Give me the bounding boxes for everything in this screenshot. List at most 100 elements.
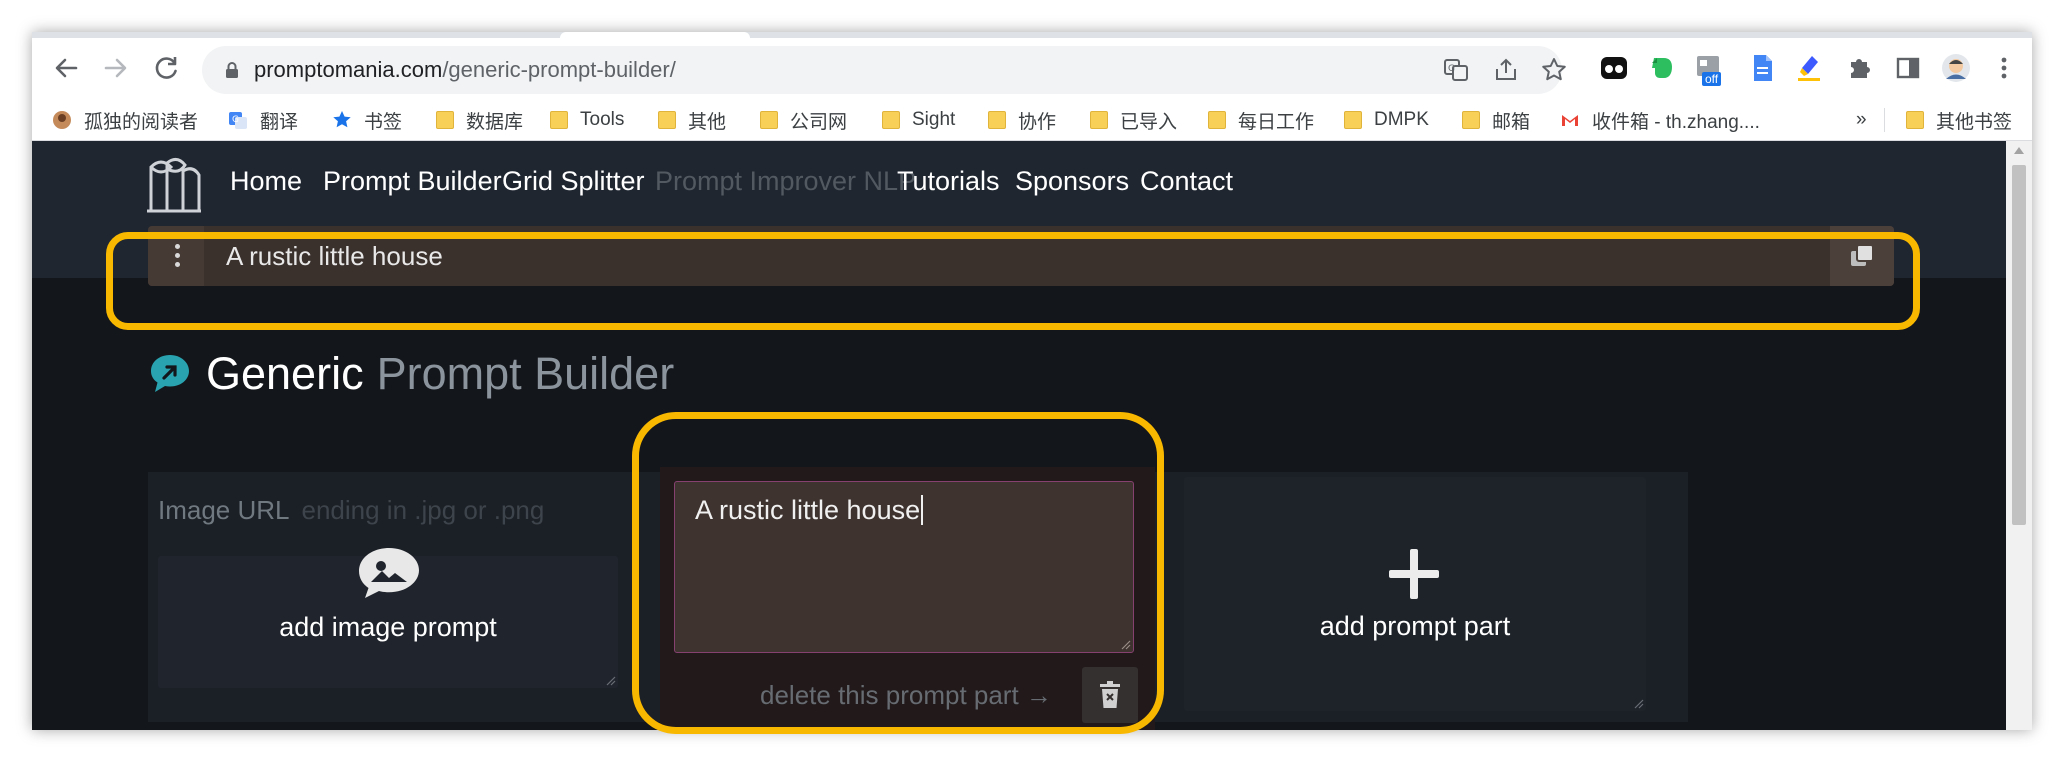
nav-tutorials[interactable]: Tutorials xyxy=(897,163,1000,199)
title-strong: Generic xyxy=(206,348,364,399)
bookmark-label: 邮箱 xyxy=(1492,111,1531,133)
bookmark-label: 数据库 xyxy=(466,111,524,133)
bookmark-item[interactable]: G 翻译 xyxy=(228,106,298,134)
bookmark-folder[interactable]: 已导入 xyxy=(1090,106,1177,134)
folder-icon xyxy=(658,111,676,129)
nav-contact[interactable]: Contact xyxy=(1140,163,1233,199)
nav-prompt-improver-nlp[interactable]: Prompt Improver NLP xyxy=(655,163,916,199)
url-host: promptomania.com xyxy=(254,57,443,82)
promptomania-logo[interactable] xyxy=(145,155,203,213)
extensions-puzzle-icon[interactable] xyxy=(1844,52,1876,84)
scroll-up-arrow-icon[interactable] xyxy=(2014,147,2024,154)
title-light: Prompt Builder xyxy=(376,348,675,399)
highlight-prompt-bar xyxy=(106,232,1920,330)
folder-icon xyxy=(550,111,568,129)
bookmark-label: 翻译 xyxy=(260,111,299,133)
image-chat-icon xyxy=(359,548,419,598)
bookmark-folder[interactable]: 协作 xyxy=(988,106,1056,134)
bookmark-folder[interactable]: Tools xyxy=(550,106,624,134)
bookmarks-overflow-button[interactable]: » xyxy=(1856,106,1867,134)
bookmarks-divider xyxy=(1884,108,1885,132)
bookmark-label: Tools xyxy=(580,109,625,130)
svg-text:G: G xyxy=(1448,64,1455,74)
bookmark-folder[interactable]: 每日工作 xyxy=(1208,106,1314,134)
chat-bubble-arrow-icon xyxy=(151,355,189,392)
highlight-prompt-part xyxy=(632,412,1164,734)
browser-toolbar: promptomania.com/generic-prompt-builder/… xyxy=(32,38,2032,100)
scrollbar-thumb[interactable] xyxy=(2012,165,2026,525)
forward-icon[interactable] xyxy=(100,52,132,84)
profile-avatar[interactable] xyxy=(1940,52,1972,84)
evernote-icon[interactable] xyxy=(1646,52,1678,84)
url-path: /generic-prompt-builder/ xyxy=(442,57,676,82)
bookmark-item[interactable]: 收件箱 - th.zhang.... xyxy=(1560,106,1760,134)
image-url-field[interactable]: Image URL ending in .jpg or .png xyxy=(158,492,544,528)
image-url-placeholder: ending in .jpg or .png xyxy=(301,495,545,525)
bookmark-item[interactable]: 孤独的阅读者 xyxy=(52,106,198,134)
url-text[interactable]: promptomania.com/generic-prompt-builder/ xyxy=(254,56,676,84)
bookmark-label: DMPK xyxy=(1374,109,1429,130)
bookmark-label: 收件箱 - th.zhang.... xyxy=(1592,111,1760,133)
address-bar[interactable]: promptomania.com/generic-prompt-builder/… xyxy=(202,46,1566,94)
resize-handle-icon[interactable] xyxy=(1634,699,1644,709)
add-image-prompt-label: add image prompt xyxy=(279,612,497,642)
bookmark-star-icon[interactable] xyxy=(1540,56,1568,84)
folder-icon xyxy=(760,111,778,129)
document-icon[interactable] xyxy=(1746,52,1778,84)
add-prompt-part-label: add prompt part xyxy=(1319,611,1511,641)
bookmarks-bar: 孤独的阅读者 G 翻译 书签 数据库 Tools 其他 公司网 Sight 协作 … xyxy=(32,100,2032,141)
reload-icon[interactable] xyxy=(150,52,182,84)
image-url-label: Image URL xyxy=(158,495,290,525)
gmail-icon xyxy=(1562,115,1578,126)
folder-icon xyxy=(1208,111,1226,129)
chrome-menu-icon[interactable] xyxy=(1988,52,2020,84)
bookmark-folder[interactable]: 数据库 xyxy=(436,106,523,134)
bookmark-label: 协作 xyxy=(1018,111,1057,133)
share-icon[interactable] xyxy=(1492,56,1520,84)
bookmark-label: 书签 xyxy=(364,111,403,133)
nav-prompt-builder[interactable]: Prompt Builder xyxy=(323,163,502,199)
extension-off-icon[interactable]: off xyxy=(1694,52,1726,86)
nav-grid-splitter[interactable]: Grid Splitter xyxy=(502,163,645,199)
add-prompt-part-button[interactable]: add prompt part xyxy=(1184,477,1646,711)
side-panel-icon[interactable] xyxy=(1892,52,1924,84)
bookmark-label: Sight xyxy=(912,109,956,130)
bookmark-folder[interactable]: 公司网 xyxy=(760,106,847,134)
nav-sponsors[interactable]: Sponsors xyxy=(1015,163,1129,199)
translate-icon[interactable]: G xyxy=(1442,56,1470,84)
bookmark-label: 其他书签 xyxy=(1936,111,2013,133)
resize-handle-icon[interactable] xyxy=(606,676,616,686)
google-translate-icon: G xyxy=(229,112,247,129)
plus-icon xyxy=(1389,549,1439,599)
nav-home[interactable]: Home xyxy=(230,163,302,199)
bookmark-folder[interactable]: Sight xyxy=(882,106,955,134)
folder-icon xyxy=(1906,111,1924,129)
back-icon[interactable] xyxy=(50,52,82,84)
folder-icon xyxy=(1090,111,1108,129)
highlighter-icon[interactable] xyxy=(1794,52,1826,84)
lock-icon[interactable] xyxy=(222,60,242,80)
bookmark-label: 孤独的阅读者 xyxy=(84,111,199,133)
page-scrollbar[interactable] xyxy=(2006,141,2032,730)
folder-icon xyxy=(988,111,1006,129)
bookmark-label: 已导入 xyxy=(1120,111,1178,133)
avatar-icon xyxy=(53,111,71,129)
bookmark-folder[interactable]: DMPK xyxy=(1344,106,1429,134)
folder-icon xyxy=(882,111,900,129)
folder-icon xyxy=(436,111,454,129)
other-bookmarks-folder[interactable]: 其他书签 xyxy=(1906,106,2012,134)
star-icon xyxy=(333,111,351,128)
bookmark-item[interactable]: 书签 xyxy=(332,106,402,134)
svg-text:G: G xyxy=(232,115,239,125)
bookmark-label: 公司网 xyxy=(790,111,848,133)
page-title: Generic Prompt Builder xyxy=(148,346,674,402)
image-prompt-card: Image URL ending in .jpg or .png add imag… xyxy=(148,472,638,722)
folder-icon xyxy=(1344,111,1362,129)
bookmark-label: 每日工作 xyxy=(1238,111,1315,133)
extension-badge: off xyxy=(1702,72,1722,86)
extension-icon[interactable] xyxy=(1598,52,1630,84)
bookmark-label: 其他 xyxy=(688,111,727,133)
add-image-prompt-button[interactable]: add image prompt xyxy=(158,548,618,688)
bookmark-folder[interactable]: 邮箱 xyxy=(1462,106,1530,134)
bookmark-folder[interactable]: 其他 xyxy=(658,106,726,134)
